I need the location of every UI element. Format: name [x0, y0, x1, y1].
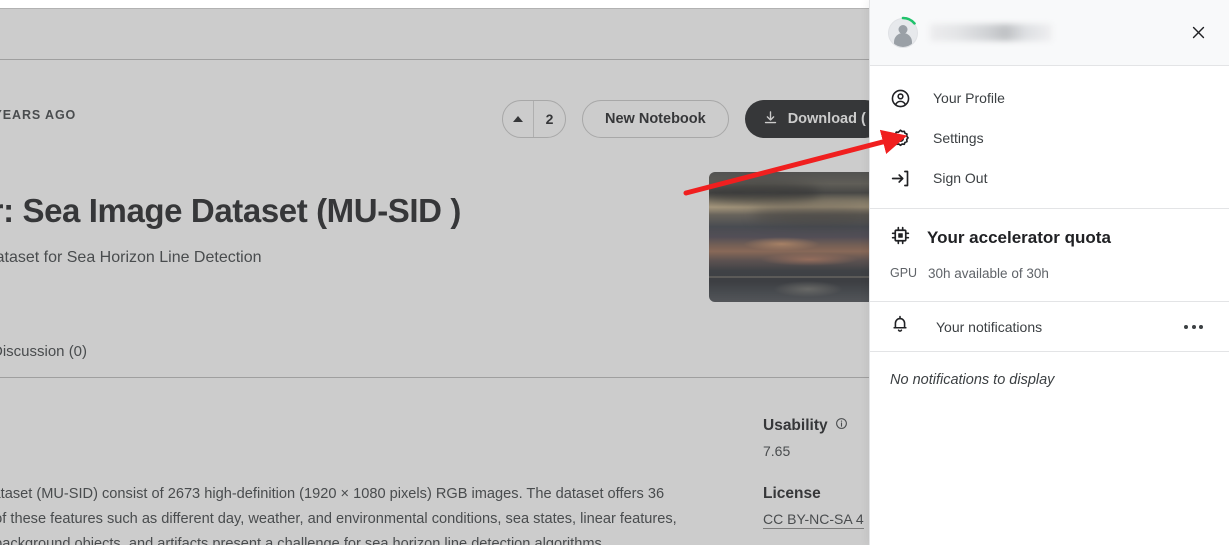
username-blurred	[930, 24, 1052, 41]
avatar[interactable]	[888, 16, 918, 48]
usability-value: 7.65	[763, 443, 791, 459]
quota-header: Your accelerator quota	[890, 225, 1209, 251]
upvote-button[interactable]	[503, 101, 534, 137]
accelerator-quota-section: Your accelerator quota GPU 30h available…	[870, 209, 1229, 302]
upvote-control[interactable]: 2	[502, 100, 566, 138]
thumbnail-sea-reflection	[773, 281, 842, 297]
page-subtitle: nage Dataset for Sea Horizon Line Detect…	[0, 249, 262, 266]
description-line: d background objects, and artifacts pres…	[0, 536, 606, 545]
menu-item-settings[interactable]: Settings	[870, 118, 1229, 158]
notifications-row[interactable]: Your notifications	[870, 302, 1229, 352]
license-block: License CC BY-NC-SA 4	[763, 485, 864, 529]
caret-up-icon	[513, 116, 523, 122]
user-circle-icon	[890, 88, 920, 109]
quota-availability-text: 30h available of 30h	[928, 266, 1049, 281]
dot	[1199, 324, 1203, 329]
quota-gpu-row: GPU 30h available of 30h	[890, 265, 1209, 283]
notifications-empty-text: No notifications to display	[890, 372, 1055, 388]
description-line: Dataset (MU-SID) consist of 2673 high-de…	[0, 486, 665, 502]
info-circle-icon[interactable]	[835, 417, 848, 435]
sign-out-icon	[890, 168, 920, 189]
panel-header	[870, 0, 1229, 66]
menu-item-label: Sign Out	[933, 170, 988, 186]
overlay-top-strip	[0, 0, 869, 8]
notifications-label: Your notifications	[936, 318, 1043, 335]
license-value-row: CC BY-NC-SA 4	[763, 511, 864, 529]
thumbnail-sun-glow-1	[743, 237, 820, 252]
dot	[1191, 324, 1196, 329]
more-horizontal-icon[interactable]	[1178, 319, 1209, 335]
screen: ED 2 YEARS AGO 2 New Notebook Download (…	[0, 0, 1229, 545]
menu-item-sign-out[interactable]: Sign Out	[870, 158, 1229, 198]
menu-item-label: Settings	[933, 130, 984, 146]
upvote-count: 2	[545, 111, 554, 127]
dot	[1184, 324, 1188, 329]
license-link[interactable]: CC BY-NC-SA 4	[763, 511, 864, 529]
account-flyout-panel: Your Profile Settings Sign Out Your acce…	[869, 0, 1229, 545]
avatar-progress-ring-icon	[901, 16, 916, 25]
usability-label: Usability	[763, 417, 828, 434]
quota-title: Your accelerator quota	[927, 228, 1111, 247]
tab-discussion[interactable]: Discussion (0)	[0, 343, 87, 360]
page-title: mair: Sea Image Dataset (MU-SID )	[0, 192, 461, 229]
thumbnail-cloud-mid	[751, 205, 879, 224]
description-line: n of these features such as different da…	[0, 511, 677, 527]
gear-icon	[890, 128, 920, 149]
menu-item-label: Your Profile	[933, 90, 1005, 106]
close-icon[interactable]	[1181, 16, 1215, 50]
cpu-chip-icon	[890, 225, 911, 251]
dataset-actions: 2 New Notebook Download (	[502, 100, 884, 138]
thumbnail-horizon-line	[709, 276, 879, 278]
download-button[interactable]: Download (	[744, 100, 884, 138]
usability-label-row: Usability	[763, 417, 848, 435]
dataset-thumbnail[interactable]	[709, 172, 879, 302]
menu-item-your-profile[interactable]: Your Profile	[870, 78, 1229, 118]
quota-tag-gpu: GPU	[890, 266, 918, 280]
quota-gpu-detail: 30h available of 30h	[928, 265, 1209, 283]
new-notebook-button[interactable]: New Notebook	[582, 100, 729, 138]
bell-icon	[890, 314, 910, 339]
dataset-description: Dataset (MU-SID) consist of 2673 high-de…	[0, 482, 742, 545]
license-label: License	[763, 485, 821, 502]
download-icon	[763, 110, 778, 129]
download-button-label: Download (	[787, 111, 866, 127]
dataset-updated-meta: ED 2 YEARS AGO	[0, 108, 77, 122]
account-menu: Your Profile Settings Sign Out	[870, 66, 1229, 209]
thumbnail-sun-glow-2	[760, 252, 859, 266]
thumbnail-cloud-upper	[709, 182, 820, 204]
usability-block: Usability 7.65	[763, 417, 848, 459]
